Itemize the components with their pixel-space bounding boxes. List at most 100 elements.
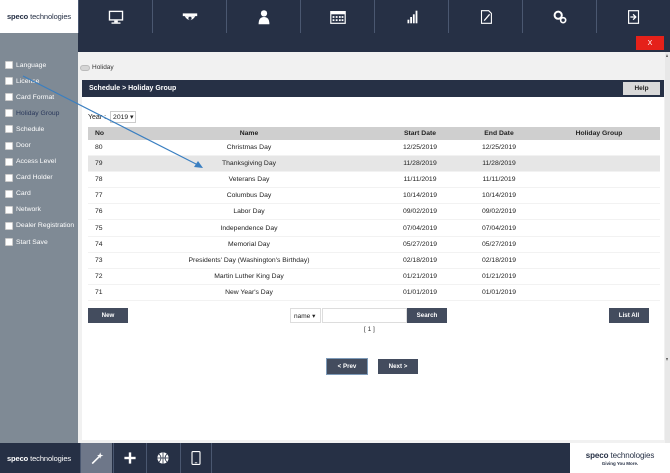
checkbox[interactable] <box>5 109 13 118</box>
holiday-panel: Schedule > Holiday Group Help Year : 201… <box>82 80 664 440</box>
checkbox[interactable] <box>5 221 13 230</box>
checkbox[interactable] <box>5 77 13 86</box>
scroll-down-icon[interactable] <box>666 358 668 361</box>
checkbox[interactable] <box>5 205 13 214</box>
table-row[interactable]: 75 Independence Day 07/04/2019 07/04/2019 <box>88 220 660 237</box>
nav-user-button[interactable] <box>226 0 300 33</box>
ball-button[interactable] <box>146 443 178 473</box>
holiday-table: No Name Start Date End Date Holiday Grou… <box>88 127 660 301</box>
page-indicator[interactable]: [ 1 ] <box>364 326 375 333</box>
checkbox[interactable] <box>5 173 13 182</box>
add-button[interactable] <box>113 443 145 473</box>
sidebar-item-language[interactable]: Language <box>0 57 78 73</box>
scrollbar[interactable] <box>665 52 670 443</box>
window-bar: X <box>78 33 670 52</box>
checkbox[interactable] <box>5 141 13 150</box>
table-row[interactable]: 73 Presidents' Day (Washington's Birthday… <box>88 253 660 269</box>
nav-camera-button[interactable] <box>152 0 226 33</box>
table-row[interactable]: 77 Columbus Day 10/14/2019 10/14/2019 <box>88 188 660 205</box>
sidebar-item-license[interactable]: License <box>0 73 78 89</box>
year-label: Year : <box>88 113 107 121</box>
cell-name: New Year's Day <box>225 288 273 296</box>
prev-button[interactable]: < Prev <box>326 358 368 375</box>
logout-icon <box>627 9 639 24</box>
cell-no: 78 <box>95 176 103 184</box>
cell-end-date: 10/14/2019 <box>481 192 517 200</box>
scroll-up-icon[interactable] <box>666 54 668 57</box>
dome-camera-icon <box>182 12 197 20</box>
top-nav <box>78 0 670 33</box>
cell-start-date: 01/01/2019 <box>402 288 438 296</box>
cell-start-date: 05/27/2019 <box>402 240 438 248</box>
cell-name: Veterans Day <box>228 176 270 184</box>
wizard-button[interactable] <box>80 443 112 473</box>
checkbox[interactable] <box>5 125 13 134</box>
edit-document-icon <box>480 9 492 24</box>
nav-settings-button[interactable] <box>522 0 596 33</box>
column-header-holiday-group[interactable]: Holiday Group <box>538 130 660 137</box>
table-row[interactable]: 74 Memorial Day 05/27/2019 05/27/2019 <box>88 237 660 253</box>
nav-edit-button[interactable] <box>448 0 522 33</box>
sidebar-item-holiday-group[interactable]: Holiday Group <box>0 105 78 121</box>
checkbox[interactable] <box>5 61 13 70</box>
table-row[interactable]: 76 Labor Day 09/02/2019 09/02/2019 <box>88 204 660 221</box>
list-all-button[interactable]: List All <box>609 308 649 323</box>
year-filter: Year : 2019 ▾ <box>88 111 137 123</box>
user-icon <box>258 9 269 24</box>
cell-end-date: 02/18/2019 <box>481 256 517 264</box>
cell-no: 73 <box>95 256 103 264</box>
sidebar-item-network[interactable]: Network <box>0 202 78 218</box>
table-row[interactable]: 71 New Year's Day 01/01/2019 01/01/2019 <box>88 285 660 301</box>
speco-logo-right: speco technologies Giving You More. <box>570 443 670 473</box>
column-header-no[interactable]: No <box>88 130 118 137</box>
cell-end-date: 12/25/2019 <box>481 144 517 152</box>
table-row[interactable]: 72 Martin Luther King Day 01/21/2019 01/21/… <box>88 269 660 285</box>
table-row[interactable]: 79 Thanksgiving Day 11/28/2019 11/28/2019 <box>88 156 660 173</box>
left-sidebar: Language License Card Format Holiday Gro… <box>0 33 78 443</box>
cell-name: Thanksgiving Day <box>221 160 277 168</box>
column-header-name[interactable]: Name <box>118 130 380 137</box>
checkbox[interactable] <box>5 93 13 102</box>
sidebar-item-start-save[interactable]: Start Save <box>0 234 78 250</box>
close-button[interactable]: X <box>636 36 664 50</box>
sidebar-item-card-format[interactable]: Card Format <box>0 89 78 105</box>
cell-name: Labor Day <box>233 208 265 216</box>
search-button[interactable]: Search <box>407 308 447 323</box>
cell-no: 80 <box>95 144 103 152</box>
search-field-select[interactable]: name ▾ <box>290 308 321 323</box>
cell-start-date: 09/02/2019 <box>402 208 438 216</box>
cell-name: Christmas Day <box>226 144 272 152</box>
column-header-start-date[interactable]: Start Date <box>380 130 460 137</box>
search-input[interactable] <box>322 308 407 323</box>
sidebar-item-dealer-registration[interactable]: Dealer Registration <box>0 218 78 234</box>
new-button[interactable]: New <box>88 308 128 323</box>
cell-name: Columbus Day <box>226 192 272 200</box>
nav-reports-button[interactable] <box>374 0 448 33</box>
tablet-button[interactable] <box>180 443 212 473</box>
column-header-end-date[interactable]: End Date <box>460 130 538 137</box>
year-select[interactable]: 2019 ▾ <box>110 111 137 123</box>
cell-end-date: 05/27/2019 <box>481 240 517 248</box>
table-row[interactable]: 78 Veterans Day 11/11/2019 11/11/2019 <box>88 172 660 189</box>
nav-schedule-button[interactable] <box>300 0 374 33</box>
sidebar-item-card[interactable]: Card <box>0 186 78 202</box>
checkbox[interactable] <box>5 189 13 198</box>
checkbox[interactable] <box>5 238 13 247</box>
breadcrumb: Holiday <box>80 64 114 71</box>
help-button[interactable]: Help <box>623 82 660 95</box>
nav-monitor-button[interactable] <box>78 0 152 33</box>
sidebar-item-schedule[interactable]: Schedule <box>0 121 78 137</box>
signal-bars-icon <box>407 10 417 23</box>
cell-start-date: 11/11/2019 <box>403 176 437 184</box>
checkbox[interactable] <box>5 157 13 166</box>
speco-logo: speco technologies <box>0 0 78 33</box>
cell-no: 72 <box>95 272 103 280</box>
plus-icon <box>123 452 136 464</box>
panel-header: Schedule > Holiday Group Help <box>82 80 664 97</box>
next-button[interactable]: Next > <box>378 359 418 374</box>
table-row[interactable]: 80 Christmas Day 12/25/2019 12/25/2019 <box>88 140 660 157</box>
sidebar-item-card-holder[interactable]: Card Holder <box>0 170 78 186</box>
sidebar-item-access-level[interactable]: Access Level <box>0 154 78 170</box>
sidebar-item-door[interactable]: Door <box>0 137 78 153</box>
nav-logout-button[interactable] <box>596 0 670 33</box>
